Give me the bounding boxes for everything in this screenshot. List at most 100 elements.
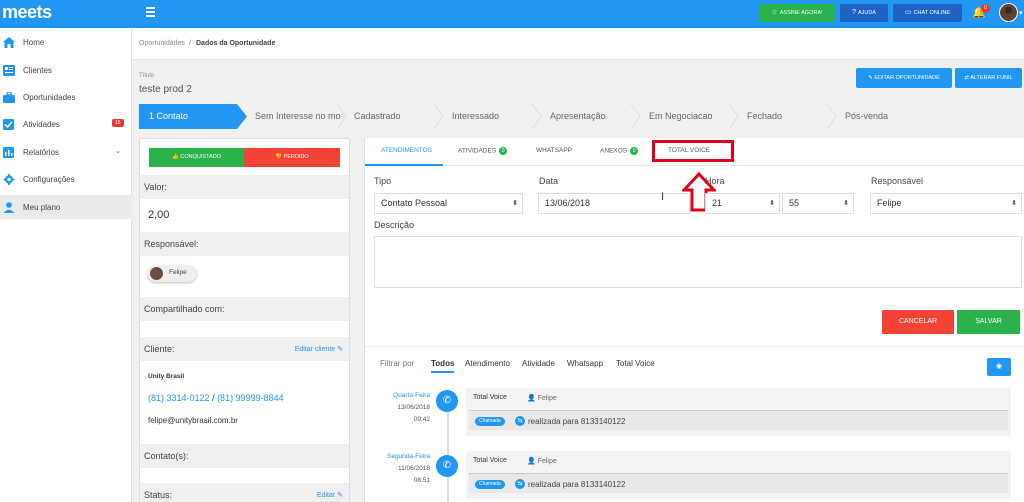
sidebar-item-configuracoes[interactable]: Configurações — [0, 167, 132, 191]
shared-section-header: Compartilhado com: — [140, 297, 349, 321]
stage-apresentacao[interactable]: Apresentação — [550, 104, 635, 129]
hour-select[interactable]: 21 ⬍ — [705, 193, 780, 214]
question-icon: ? — [852, 9, 856, 16]
sidebar: Home Clientes Oportunidades Atividades 1… — [0, 28, 132, 502]
won-button[interactable]: 👍 CONQUISTADO — [149, 148, 244, 167]
clients-icon — [3, 64, 15, 76]
client-phones: (81) 3314-0122 / (81) 99999-8844 — [148, 393, 284, 403]
subscribe-button[interactable]: ☆ ASSINE AGORA! — [759, 4, 835, 22]
notification-badge: 0 — [981, 4, 990, 13]
description-textarea[interactable] — [374, 236, 1022, 288]
tab-atendimentos[interactable]: ATENDIMENTOS — [381, 147, 432, 154]
tipo-select[interactable]: Contato Pessoal ⬍ — [374, 193, 523, 214]
briefcase-icon — [3, 91, 15, 103]
filter-atendimento[interactable]: Atendimento — [465, 359, 510, 368]
activity-panel: ATENDIMENTOS ATIVIDADES 0 WHATSAPP ANEXOS… — [364, 138, 1024, 502]
client-section-header: Cliente: Editar cliente ✎ — [140, 337, 349, 361]
filter-total-voice[interactable]: Total Voice — [616, 359, 655, 368]
select-arrows-icon: ⬍ — [769, 200, 775, 207]
stage-pos-venda[interactable]: Pós-venda — [845, 104, 935, 129]
page-title: teste prod 2 — [139, 84, 192, 95]
edit-client-link[interactable]: Editar cliente ✎ — [295, 345, 343, 353]
thumbs-down-icon: 👎 — [275, 154, 284, 160]
data-label: Data — [539, 176, 559, 186]
responsavel-select[interactable]: Felipe ⬍ — [870, 193, 1022, 214]
contacts-section-header: Contato(s): — [140, 444, 349, 468]
filter-atividade[interactable]: Atividade — [522, 359, 555, 368]
breadcrumb-separator: / — [189, 40, 191, 47]
stage-arrow — [729, 104, 739, 129]
opportunity-details-panel: 👍 CONQUISTADO 👎 PERDIDO Valor: 2,00 Resp… — [139, 138, 350, 502]
breadcrumb-current: Dados da Oportunidade — [196, 40, 276, 47]
chat-icon: ▭ — [904, 9, 912, 16]
stage-sem-interesse[interactable]: Sem Interesse no mo — [255, 104, 345, 129]
chat-online-button[interactable]: ▭ CHAT ONLINE — [893, 4, 962, 22]
sidebar-item-relatorios[interactable]: Relatórios ⌄ — [0, 140, 132, 164]
home-icon — [3, 36, 15, 48]
active-tab-indicator — [365, 164, 443, 166]
activities-count-badge: 15 — [112, 119, 124, 127]
user-avatar[interactable] — [999, 3, 1018, 22]
filter-todos[interactable]: Todos — [431, 359, 455, 373]
stage-cadastrado[interactable]: Cadastrado — [354, 104, 434, 129]
stage-arrow — [434, 104, 444, 129]
sidebar-item-meu-plano[interactable]: Meu plano — [0, 195, 132, 219]
tab-anexos[interactable]: ANEXOS 0 — [600, 147, 639, 155]
phone-link[interactable]: (81) 3314-0122 — [148, 393, 210, 403]
title-label: Título — [139, 73, 155, 79]
text-cursor-icon: I — [661, 191, 665, 203]
hora-label: Hora — [705, 176, 725, 186]
sidebar-item-clientes[interactable]: Clientes — [0, 58, 132, 82]
stage-arrow — [532, 104, 542, 129]
sidebar-item-atividades[interactable]: Atividades 15 — [0, 112, 132, 136]
save-button[interactable]: SALVAR — [957, 310, 1020, 334]
tab-atividades[interactable]: ATIVIDADES 0 — [458, 147, 508, 155]
edit-opportunity-button[interactable]: ✎ EDITAR OPORTUNIDADE — [856, 68, 952, 88]
chevron-down-icon[interactable]: ⌄ — [115, 147, 121, 155]
value-amount: 2,00 — [148, 209, 170, 221]
sidebar-item-home[interactable]: Home — [0, 30, 132, 54]
filter-whatsapp[interactable]: Whatsapp — [567, 359, 603, 368]
stage-1-contato[interactable]: 1 Contato — [139, 104, 237, 129]
select-arrows-icon: ⬍ — [843, 200, 849, 207]
help-button[interactable]: ? AJUDA — [840, 4, 888, 22]
user-icon — [3, 201, 15, 213]
tipo-label: Tipo — [374, 176, 392, 186]
select-arrows-icon: ⬍ — [512, 200, 518, 207]
lost-button[interactable]: 👎 PERDIDO — [244, 148, 340, 167]
minute-select[interactable]: 55 ⬍ — [782, 193, 854, 214]
stage-arrow — [237, 104, 247, 129]
highlight-box — [652, 140, 734, 162]
view-toggle-button[interactable]: ◉ — [987, 358, 1011, 376]
chart-icon — [3, 146, 14, 158]
breadcrumb-link-oportunidades[interactable]: Oportunidades — [139, 40, 185, 47]
pipeline-stages: 1 Contato Sem Interesse no mo Cadastrado… — [139, 104, 1020, 129]
client-email: felipe@unitybrasil.com.br — [148, 416, 238, 425]
stage-interessado[interactable]: Interessado — [452, 104, 532, 129]
change-funnel-button[interactable]: ⇄ ALTERAR FUNIL — [955, 68, 1022, 88]
sidebar-item-oportunidades[interactable]: Oportunidades — [0, 85, 132, 109]
stage-arrow — [337, 104, 347, 129]
cancel-button[interactable]: CANCELAR — [882, 310, 954, 334]
menu-toggle-icon[interactable] — [146, 7, 155, 17]
stage-fechado[interactable]: Fechado — [747, 104, 827, 129]
status-section-header: Status: Editar ✎ — [140, 483, 349, 502]
descricao-label: Descrição — [374, 220, 415, 230]
stage-arrow — [827, 104, 837, 129]
avatar — [150, 267, 163, 280]
app-logo[interactable]: meets — [2, 2, 52, 23]
tab-whatsapp[interactable]: WHATSAPP — [536, 147, 572, 154]
phone-link[interactable]: (81) 99999-8844 — [217, 393, 284, 403]
breadcrumb: Oportunidades / Dados da Oportunidade — [132, 28, 1024, 60]
chevron-down-icon[interactable]: ▾ — [1019, 9, 1023, 17]
stage-em-negociacao[interactable]: Em Negociacao — [649, 104, 739, 129]
date-input[interactable]: 13/06/2018 — [538, 193, 690, 214]
client-name: Unity Brasil — [148, 373, 185, 380]
responsible-chip[interactable]: Felipe — [147, 265, 197, 282]
star-icon: ☆ — [771, 9, 778, 16]
eye-icon: ◉ — [995, 363, 1003, 370]
phone-icon: ✆ — [436, 390, 458, 412]
edit-status-link[interactable]: Editar ✎ — [317, 491, 343, 499]
timeline-card: Total Voice 👤 Felipe Chamada ⇆ realizada… — [466, 388, 1011, 436]
filter-bar: Filtrar por Todos Atendimento Atividade … — [365, 346, 1024, 376]
